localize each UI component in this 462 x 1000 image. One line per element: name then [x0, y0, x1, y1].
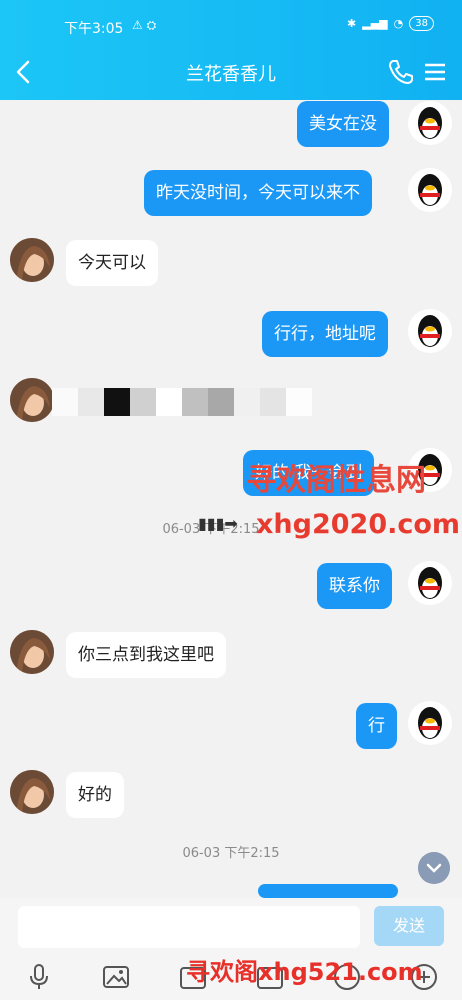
avatar-penguin-icon[interactable] [408, 101, 452, 145]
status-bar: 下午3:05 ⚠ ⛭ ✱ ▂▄▆ ◔ 38 [0, 0, 462, 44]
avatar-penguin-icon[interactable] [408, 561, 452, 605]
image-icon[interactable] [101, 962, 131, 992]
scroll-down-icon[interactable] [418, 852, 450, 884]
menu-icon[interactable] [422, 60, 448, 84]
message-bubble-received[interactable]: 今天可以 [66, 240, 158, 286]
bluetooth-icon: ✱ [347, 17, 357, 30]
watermark-bottom: 寻欢阁xhg521.com [186, 958, 423, 986]
avatar-contact[interactable] [10, 770, 54, 814]
wifi-icon: ◔ [393, 17, 404, 30]
avatar-penguin-icon[interactable] [408, 309, 452, 353]
message-input[interactable] [18, 906, 360, 948]
message-bubble-sent[interactable]: 行 [356, 703, 397, 749]
message-bubble-sent[interactable]: 昨天没时间，今天可以来不 [144, 170, 372, 216]
avatar-penguin-icon[interactable] [408, 168, 452, 212]
avatar-penguin-icon[interactable] [408, 701, 452, 745]
send-button[interactable]: 发送 [374, 906, 444, 946]
arrow-icon: ▮▮▮➡ [198, 514, 238, 533]
watermark-text: 寻欢阁性息网 [246, 463, 426, 498]
pixelated-message [52, 388, 312, 416]
timestamp: 06-03 下午2:15 [182, 846, 280, 861]
message-bubble-received[interactable]: 你三点到我这里吧 [66, 632, 226, 678]
signal-icon: ▂▄▆ [362, 17, 388, 30]
status-icons: ✱ ▂▄▆ ◔ 38 [347, 16, 434, 31]
avatar-contact[interactable] [10, 378, 54, 422]
message-bubble-sent[interactable]: 联系你 [317, 563, 392, 609]
avatar-contact[interactable] [10, 238, 54, 282]
watermark-url: xhg2020.com [256, 509, 461, 540]
message-bubble-sent[interactable]: 行行，地址呢 [262, 311, 388, 357]
avatar-contact[interactable] [10, 630, 54, 674]
notification-icons: ⚠ ⛭ [132, 18, 157, 32]
microphone-icon[interactable] [24, 962, 54, 992]
status-time: 下午3:05 [64, 21, 124, 37]
chat-header: 下午3:05 ⚠ ⛭ ✱ ▂▄▆ ◔ 38 兰花香香儿 [0, 0, 462, 100]
battery-indicator: 38 [409, 16, 434, 31]
message-bubble-received[interactable]: 好的 [66, 772, 124, 818]
message-bubble-sent-partial[interactable] [258, 884, 398, 898]
phone-icon[interactable] [385, 56, 417, 88]
message-bubble-sent[interactable]: 美女在没 [297, 101, 389, 147]
